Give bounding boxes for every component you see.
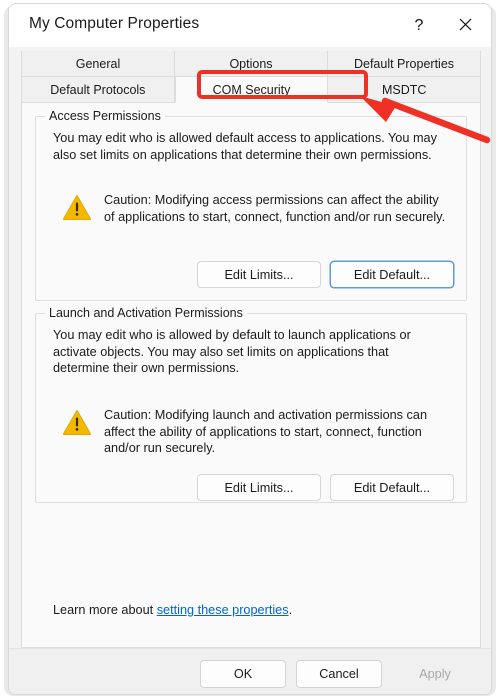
tab-row-2: Default Protocols COM Security MSDTC: [21, 77, 482, 103]
warning-triangle-icon: [62, 193, 92, 221]
access-permissions-description: You may edit who is allowed default acce…: [53, 131, 437, 162]
tab-msdtc[interactable]: MSDTC: [328, 77, 482, 103]
access-edit-default-button[interactable]: Edit Default...: [330, 261, 454, 288]
access-permissions-group-label: Access Permissions: [45, 109, 165, 123]
window-title: My Computer Properties: [29, 15, 200, 32]
help-button[interactable]: ?: [397, 4, 441, 47]
tab-strip: General Options Default Properties Defau…: [21, 51, 482, 103]
ok-button[interactable]: OK: [200, 660, 286, 688]
question-mark-icon: ?: [414, 16, 424, 34]
learn-more-line: Learn more about setting these propertie…: [53, 603, 292, 617]
launch-permissions-caution-row: Caution: Modifying launch and activation…: [62, 407, 452, 457]
close-icon: [459, 18, 472, 34]
tab-row-1: General Options Default Properties: [21, 51, 481, 77]
launch-permissions-group-label: Launch and Activation Permissions: [45, 306, 247, 320]
com-security-tab-panel: Access Permissions You may edit who is a…: [21, 103, 481, 648]
apply-button: Apply: [392, 660, 478, 688]
launch-activation-permissions-group: Launch and Activation Permissions You ma…: [35, 306, 467, 503]
close-button[interactable]: [443, 4, 487, 47]
tab-com-security[interactable]: COM Security: [174, 77, 329, 103]
launch-edit-default-button[interactable]: Edit Default...: [330, 474, 454, 501]
learn-more-suffix: .: [288, 603, 293, 617]
launch-permissions-caution-text: Caution: Modifying launch and activation…: [104, 408, 428, 455]
title-bar: My Computer Properties ?: [9, 4, 491, 47]
launch-permissions-description: You may edit who is allowed by default t…: [53, 328, 411, 375]
tab-options[interactable]: Options: [175, 51, 328, 77]
access-permissions-group: Access Permissions You may edit who is a…: [35, 109, 467, 301]
cancel-button[interactable]: Cancel: [296, 660, 382, 688]
tab-general[interactable]: General: [21, 51, 175, 77]
setting-these-properties-link[interactable]: setting these properties: [157, 603, 289, 617]
access-permissions-caution-row: Caution: Modifying access permissions ca…: [62, 192, 452, 225]
warning-triangle-icon: [62, 408, 92, 436]
tab-default-properties[interactable]: Default Properties: [328, 51, 481, 77]
access-permissions-caution-text: Caution: Modifying access permissions ca…: [104, 193, 446, 224]
dialog-footer: OK Cancel Apply: [9, 648, 491, 694]
learn-more-prefix: Learn more about: [53, 603, 157, 617]
tab-default-protocols[interactable]: Default Protocols: [21, 77, 175, 103]
access-edit-limits-button[interactable]: Edit Limits...: [197, 261, 321, 288]
launch-edit-limits-button[interactable]: Edit Limits...: [197, 474, 321, 501]
properties-dialog: My Computer Properties ? General Options…: [8, 3, 492, 695]
